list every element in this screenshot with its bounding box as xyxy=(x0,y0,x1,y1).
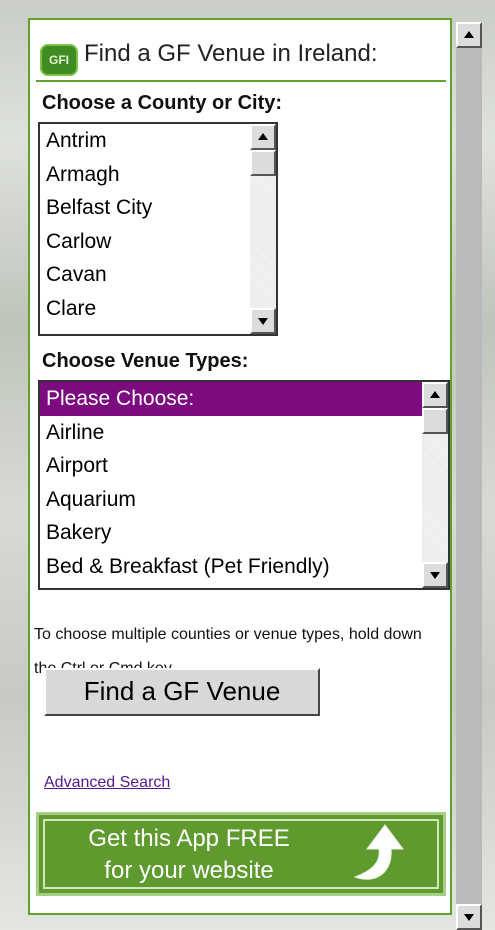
page-scroll-track[interactable] xyxy=(456,48,482,904)
venue-scroll-up-button[interactable] xyxy=(422,382,448,408)
venue-scroll-thumb[interactable] xyxy=(422,408,448,434)
venue-option[interactable]: Airline xyxy=(40,416,448,450)
arrow-up-icon xyxy=(464,31,474,38)
county-option[interactable]: Carlow xyxy=(40,225,276,259)
venue-option[interactable]: Bed & Breakfast (Pet Friendly) xyxy=(40,550,448,584)
county-scroll-down-button[interactable] xyxy=(250,308,276,334)
county-option[interactable]: Belfast City xyxy=(40,191,276,225)
widget-title: Find a GF Venue in Ireland: xyxy=(84,40,378,67)
arrow-up-icon xyxy=(258,133,268,140)
venue-label: Choose Venue Types: xyxy=(42,350,249,372)
page-scroll-down-button[interactable] xyxy=(456,904,482,930)
page-scrollbar[interactable] xyxy=(456,22,482,930)
county-option[interactable]: Clare xyxy=(40,292,276,326)
curved-arrow-icon xyxy=(347,819,417,889)
venue-scroll-down-button[interactable] xyxy=(422,562,448,588)
widget-header: GFI Find a GF Venue in Ireland: xyxy=(36,28,446,82)
venue-option[interactable]: Airport xyxy=(40,449,448,483)
county-scrollbar[interactable] xyxy=(250,124,276,334)
gf-venue-widget: GFI Find a GF Venue in Ireland: Choose a… xyxy=(28,18,452,915)
venue-option-selected[interactable]: Please Choose: xyxy=(40,382,448,416)
county-label: Choose a County or City: xyxy=(42,92,283,114)
county-listbox[interactable]: Antrim Armagh Belfast City Carlow Cavan … xyxy=(38,122,278,336)
county-option[interactable]: Cavan xyxy=(40,258,276,292)
venue-scrollbar[interactable] xyxy=(422,382,448,588)
find-venue-button[interactable]: Find a GF Venue xyxy=(44,668,320,716)
venue-option[interactable]: Bakery xyxy=(40,516,448,550)
county-scroll-up-button[interactable] xyxy=(250,124,276,150)
county-scroll-thumb[interactable] xyxy=(250,150,276,176)
page-scroll-up-button[interactable] xyxy=(456,22,482,48)
county-option[interactable]: Armagh xyxy=(40,158,276,192)
advanced-search-link[interactable]: Advanced Search xyxy=(44,774,170,792)
arrow-down-icon xyxy=(430,572,440,579)
get-app-promo-banner[interactable]: Get this App FREE for your website xyxy=(36,812,446,896)
gfi-logo: GFI xyxy=(40,44,78,76)
arrow-down-icon xyxy=(258,318,268,325)
county-option[interactable]: Antrim xyxy=(40,124,276,158)
promo-line-2: for your website xyxy=(104,857,274,884)
venue-option[interactable]: Aquarium xyxy=(40,483,448,517)
arrow-up-icon xyxy=(430,391,440,398)
arrow-down-icon xyxy=(464,914,474,921)
promo-line-1: Get this App FREE xyxy=(88,825,290,852)
venue-listbox[interactable]: Please Choose: Airline Airport Aquarium … xyxy=(38,380,450,590)
